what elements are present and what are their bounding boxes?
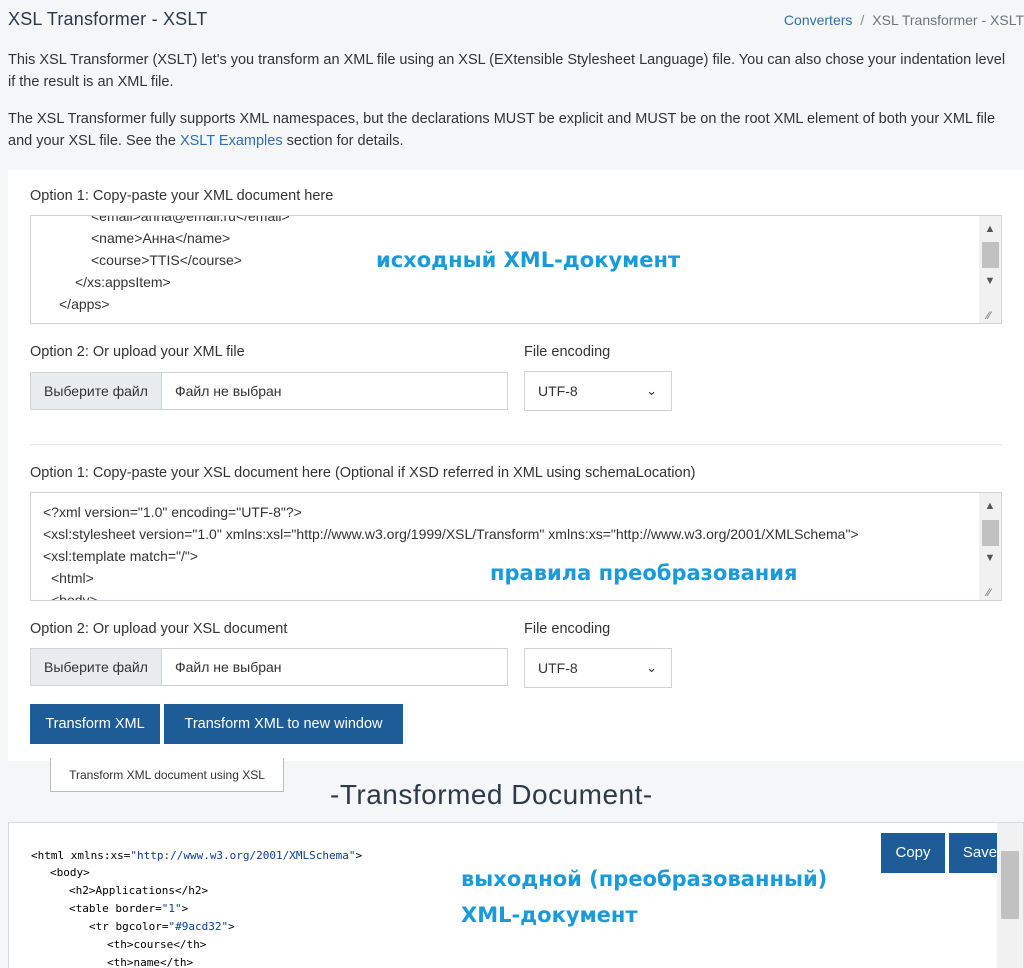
xsl-file-status: Файл не выбран [175, 659, 282, 675]
xml-encoding-value: UTF-8 [538, 383, 578, 399]
xsl-rules-annotation: правила преобразования [490, 561, 798, 585]
output-code-line: <html xmlns:xs="http://www.w3.org/2001/X… [31, 849, 362, 862]
namespace-note: The XSL Transformer fully supports XML n… [8, 108, 1013, 152]
output-tag: <html xmlns:xs= [31, 849, 131, 862]
xml-file-status: Файл не выбран [175, 383, 282, 399]
breadcrumb-separator: / [860, 12, 865, 28]
xsl-encoding-label: File encoding [524, 621, 611, 637]
output-attr: "#9acd32" [168, 920, 229, 933]
resize-grip-icon[interactable]: ⁄⁄ [987, 587, 999, 599]
output-tag: <h2>Applications</h2> [69, 884, 209, 897]
xsl-choose-file-button[interactable]: Выберите файл [31, 649, 162, 685]
output-scrollbar[interactable] [997, 823, 1023, 968]
xsl-input-scrollbar[interactable]: ▲ ▼ [979, 493, 1001, 600]
output-tag: <th>course</th> [107, 938, 207, 951]
xsl-file-input[interactable]: Выберите файл Файл не выбран [30, 648, 508, 686]
output-code-line: <body> [50, 866, 90, 879]
chevron-down-icon: ⌄ [646, 660, 657, 675]
xslt-examples-link[interactable]: XSLT Examples [180, 133, 283, 149]
output-code-line: <tr bgcolor="#9acd32"> [89, 920, 235, 933]
xsl-input-content: <?xml version="1.0" encoding="UTF-8"?> <… [31, 501, 979, 601]
transformed-output-panel[interactable]: <html xmlns:xs="http://www.w3.org/2001/X… [8, 822, 1024, 968]
xml-line: <email>anna@email.ru</email> [91, 215, 290, 224]
intro-paragraph: This XSL Transformer (XSLT) let's you tr… [8, 52, 1006, 90]
xml-file-input[interactable]: Выберите файл Файл не выбран [30, 372, 508, 410]
copy-button[interactable]: Copy [881, 833, 945, 873]
output-tag-end: > [228, 920, 235, 933]
namespace-note-text: The XSL Transformer fully supports XML n… [8, 111, 996, 149]
output-tag-end: > [355, 849, 363, 862]
scroll-up-arrow-icon[interactable]: ▲ [979, 497, 1001, 515]
scroll-up-arrow-icon[interactable]: ▲ [979, 220, 1001, 238]
chevron-down-icon: ⌄ [646, 383, 657, 398]
scroll-down-arrow-icon[interactable]: ▼ [979, 549, 1001, 567]
xml-input-scrollbar[interactable]: ▲ ▼ [979, 216, 1001, 323]
resize-grip-icon[interactable]: ⁄⁄ [987, 310, 999, 322]
output-annotation-line2: XML-документ [461, 903, 638, 927]
transform-form: Option 1: Copy-paste your XML document h… [8, 170, 1024, 761]
output-tag: <th>name</th> [107, 956, 194, 968]
namespace-note-tail: section for details. [282, 133, 404, 149]
breadcrumb: Converters / XSL Transformer - XSLT [784, 12, 1024, 28]
xml-line: <name>Анна</name> [91, 230, 231, 246]
output-attr: "http://www.w3.org/2001/XMLSchema" [130, 849, 356, 862]
xsl-line: <?xml version="1.0" encoding="UTF-8"?> [43, 504, 302, 520]
output-tag: <body> [50, 866, 90, 879]
scroll-down-arrow-icon[interactable]: ▼ [979, 272, 1001, 290]
output-code-line: <th>course</th> [107, 938, 206, 951]
output-tag: <tr bgcolor= [89, 920, 169, 933]
xsl-encoding-select[interactable]: UTF-8 ⌄ [524, 648, 672, 688]
output-code-line: <th>name</th> [107, 956, 193, 968]
xml-encoding-select[interactable]: UTF-8 ⌄ [524, 371, 672, 411]
xsl-line: <xsl:stylesheet version="1.0" xmlns:xsl=… [43, 526, 859, 542]
transform-xml-button[interactable]: Transform XML [30, 704, 160, 744]
breadcrumb-current: XSL Transformer - XSLT [872, 12, 1024, 28]
xsl-option1-label: Option 1: Copy-paste your XSL document h… [30, 465, 696, 481]
output-attr: "1" [161, 902, 182, 915]
xml-option1-label: Option 1: Copy-paste your XML document h… [30, 188, 334, 204]
output-code-line: <h2>Applications</h2> [69, 884, 208, 897]
page-title: XSL Transformer - XSLT [8, 9, 208, 29]
xml-encoding-label: File encoding [524, 344, 611, 360]
xml-choose-file-button[interactable]: Выберите файл [31, 373, 162, 409]
transform-tooltip: Transform XML document using XSL [50, 758, 284, 792]
xml-source-annotation: исходный XML-документ [376, 248, 681, 272]
output-tag: <table border= [69, 902, 162, 915]
xsl-encoding-value: UTF-8 [538, 660, 578, 676]
output-scroll-thumb[interactable] [1001, 851, 1019, 919]
output-code-line: <table border="1"> [69, 902, 188, 915]
xml-line: </xs:appsItem> [75, 274, 171, 290]
xml-scroll-thumb[interactable] [982, 242, 999, 268]
xml-option2-label: Option 2: Or upload your XML file [30, 344, 245, 360]
xsl-line: <body> [51, 592, 98, 601]
section-divider [30, 444, 1002, 445]
xsl-option2-label: Option 2: Or upload your XSL document [30, 621, 288, 637]
output-annotation-line1: выходной (преобразованный) [461, 867, 828, 891]
transformed-document-heading: -Transformed Document- [330, 779, 653, 810]
breadcrumb-link-converters[interactable]: Converters [784, 12, 852, 28]
output-tag-end: > [181, 902, 189, 915]
xsl-scroll-thumb[interactable] [982, 520, 999, 546]
xml-line: </apps> [59, 296, 110, 312]
transform-new-window-button[interactable]: Transform XML to new window [164, 704, 403, 744]
